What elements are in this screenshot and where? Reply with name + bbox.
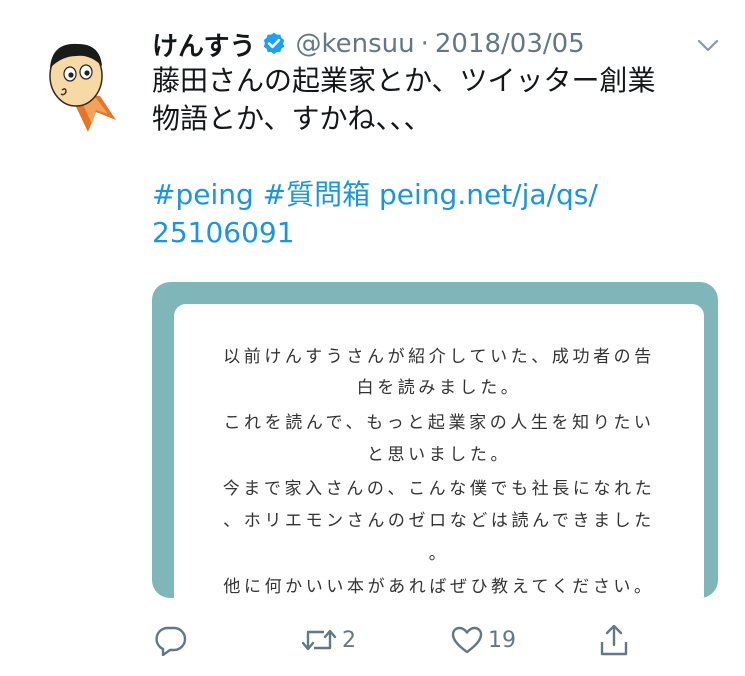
tweet-header: けんすう @kensuu · 2018/03/05	[152, 24, 712, 64]
question-line: と思いました。	[366, 445, 512, 465]
reply-button[interactable]	[154, 618, 188, 662]
tweet-text: 藤田さんの起業家とか、ツイッター創業 物語とか、すかね、、、 #peing #質…	[152, 62, 712, 252]
tweet-text-line: 藤田さんの起業家とか、ツイッター創業	[152, 64, 656, 97]
question-card-body: 以前けんすうさんが紹介していた、成功者の告 白を読みました。 これを読んで、もっ…	[174, 304, 704, 598]
heart-icon	[451, 626, 483, 654]
like-button[interactable]: 19	[450, 618, 516, 662]
question-line: 以前けんすうさんが紹介していた、成功者の告	[223, 347, 655, 367]
tweet-link-url[interactable]: 25106091	[152, 214, 712, 252]
question-card-image[interactable]: 以前けんすうさんが紹介していた、成功者の告 白を読みました。 これを読んで、もっ…	[152, 282, 718, 598]
reply-icon	[155, 626, 187, 656]
verified-badge-icon	[264, 32, 285, 55]
share-button[interactable]	[598, 618, 630, 662]
retweet-count: 2	[342, 627, 356, 653]
display-name[interactable]: けんすう	[152, 26, 255, 63]
handle[interactable]: @kensuu	[295, 29, 414, 59]
avatar[interactable]	[40, 36, 124, 136]
tweet-date[interactable]: 2018/03/05	[435, 29, 585, 59]
retweet-icon	[301, 629, 337, 651]
like-count: 19	[488, 627, 516, 653]
tweet-actions: 2 19	[150, 618, 650, 662]
question-line: 。	[428, 544, 450, 564]
separator: ·	[420, 29, 429, 59]
question-line: 白を読みました。	[356, 378, 522, 398]
retweet-button[interactable]: 2	[300, 618, 356, 662]
question-line: これを読んで、もっと起業家の人生を知りたい	[223, 413, 655, 433]
question-line: 、ホリエモンさんのゼロなどは読んできました	[223, 511, 655, 531]
chevron-down-icon[interactable]	[693, 34, 723, 58]
question-line: 今まで家入さんの、こんな僕でも社長になれた	[222, 479, 656, 499]
tweet-text-line: 物語とか、すかね、、、	[152, 102, 432, 135]
tweet-link-hashtags[interactable]: #peing #質問箱 peing.net/ja/qs/	[152, 176, 712, 214]
question-line: 他に何かいい本があればぜひ教えてください。	[223, 577, 655, 597]
share-icon	[600, 624, 628, 656]
